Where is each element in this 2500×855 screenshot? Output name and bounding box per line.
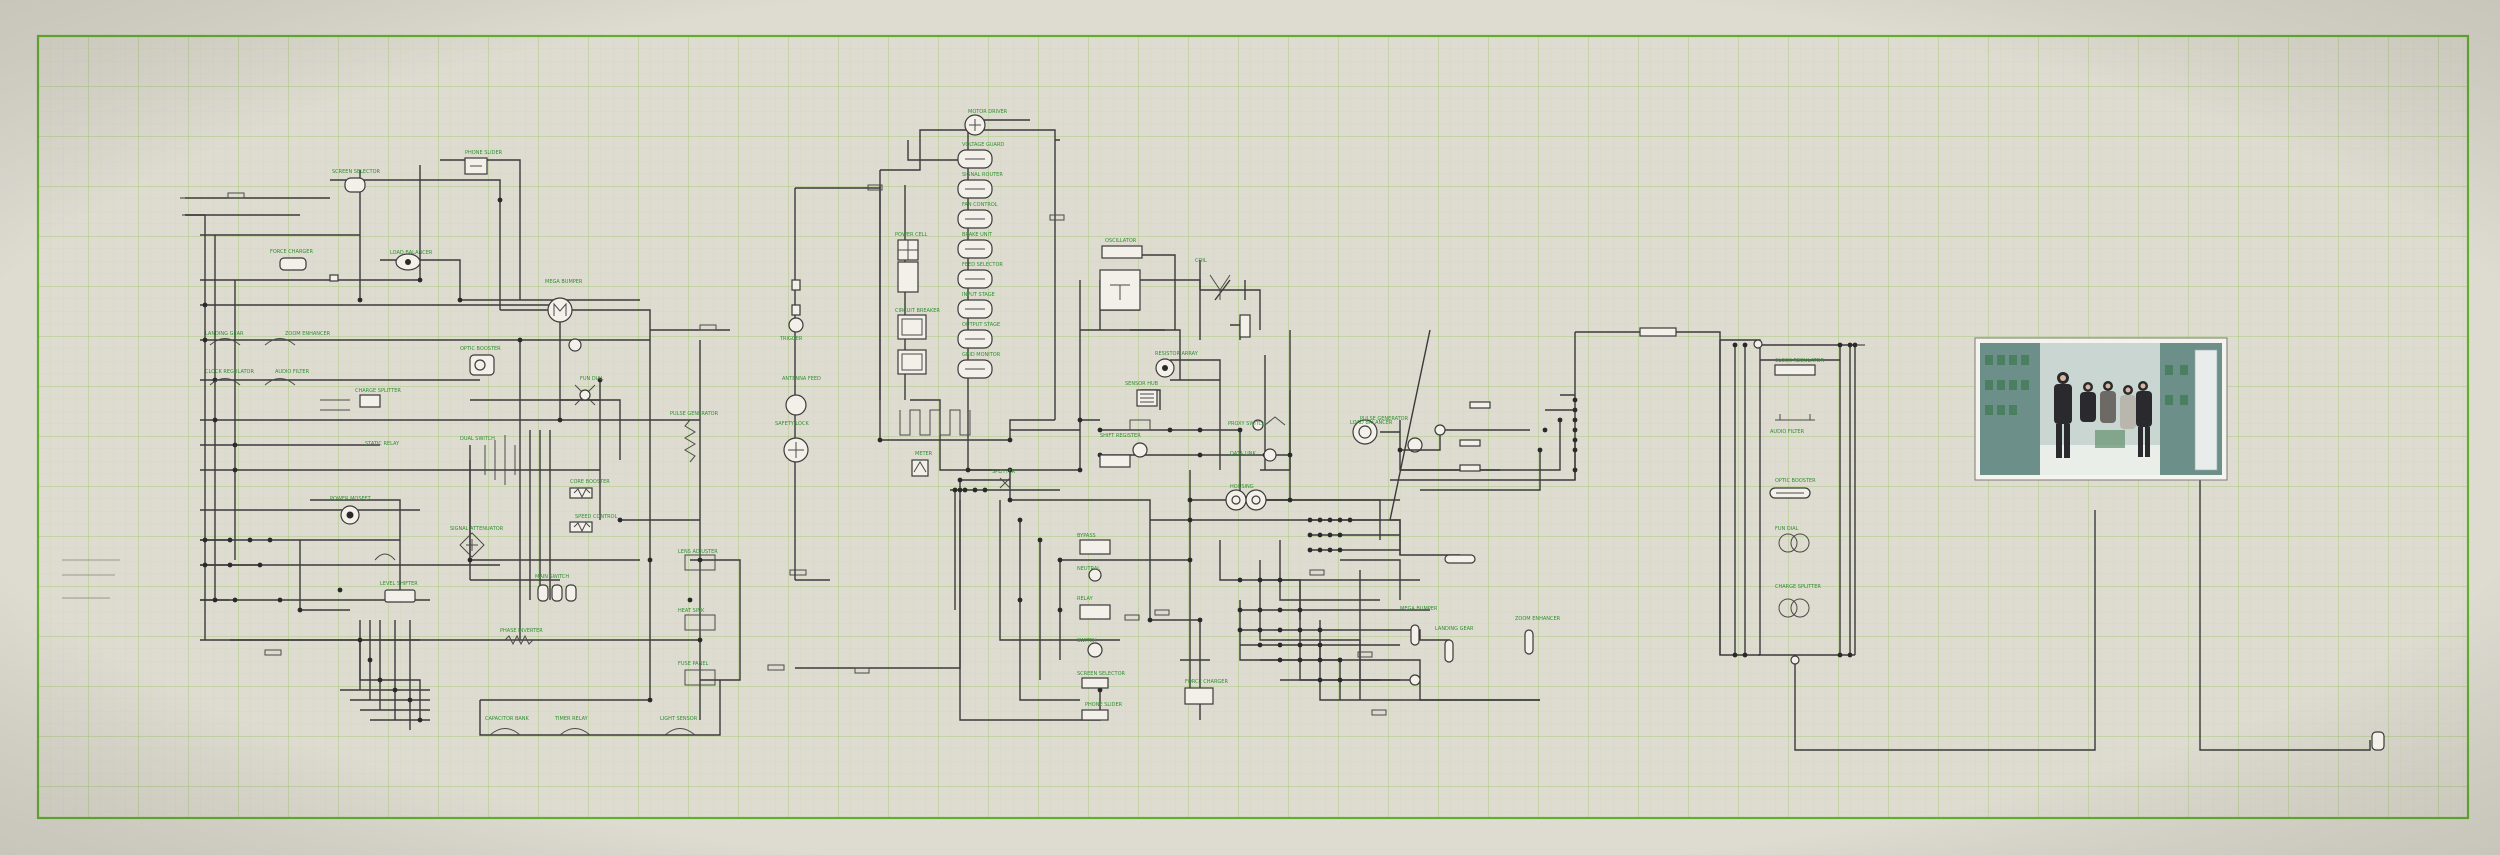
component-label: TIMER RELAY bbox=[554, 716, 589, 722]
component-label: BRAKE UNIT bbox=[962, 232, 993, 238]
component-label: DUAL SWITCH bbox=[460, 436, 495, 442]
component-label: FAN CONTROL bbox=[962, 202, 998, 208]
component-label: CORE BOOSTER bbox=[570, 479, 610, 485]
schematic-poster: SCREEN SELECTOR PHONE SLIDER FORCE CHARG… bbox=[0, 0, 2500, 855]
component-label: PHONE SLIDER bbox=[465, 150, 503, 156]
component-label: HOUSING bbox=[1230, 484, 1254, 490]
component-label: LIGHT SENSOR bbox=[660, 716, 698, 722]
component-label: COIL bbox=[1195, 258, 1207, 264]
component-label: VOLTAGE GUARD bbox=[962, 142, 1004, 148]
component-label: NEUTRAL bbox=[1077, 566, 1100, 572]
component-label: FEED SELECTOR bbox=[962, 262, 1003, 268]
component-label: AUDIO FILTER bbox=[1770, 429, 1805, 435]
component-label: LEVEL SHIFTER bbox=[380, 581, 418, 587]
component-label: SCREEN SELECTOR bbox=[332, 169, 381, 175]
component-label: LOAD BALANCER bbox=[390, 250, 433, 256]
component-label: SAFETY LOCK bbox=[775, 421, 809, 427]
component-label: STATIC RELAY bbox=[365, 441, 400, 447]
schematic-canvas: SCREEN SELECTOR PHONE SLIDER FORCE CHARG… bbox=[0, 0, 2500, 855]
component-label: RESISTOR ARRAY bbox=[1155, 351, 1199, 357]
component-label: SENSOR HUB bbox=[1125, 381, 1159, 387]
component-label: FORCE CHARGER bbox=[1185, 679, 1228, 685]
component-label: SPLITTER bbox=[992, 469, 1016, 475]
component-label: BYPASS bbox=[1077, 533, 1096, 539]
component-label: CHARGE SPLITTER bbox=[1775, 584, 1821, 590]
component-label: POWER CELL bbox=[895, 232, 928, 238]
component-label: ZOOM ENHANCER bbox=[1515, 616, 1561, 622]
component-label: SIGNAL ROUTER bbox=[962, 172, 1003, 178]
component-label: PHASE INVERTER bbox=[500, 628, 543, 634]
component-label: DATA LINK bbox=[1230, 451, 1256, 457]
component-label: FUN DIAL bbox=[580, 376, 604, 382]
component-label: FUSE PANEL bbox=[678, 661, 708, 667]
component-label: RELAY bbox=[1077, 596, 1094, 602]
component-label: FUN DIAL bbox=[1775, 526, 1799, 532]
component-label: SCREEN SELECTOR bbox=[1077, 671, 1126, 677]
component-label: ZOOM ENHANCER bbox=[285, 331, 331, 337]
component-label: POWER MOSFET bbox=[330, 496, 372, 502]
component-label: MOTOR DRIVER bbox=[968, 109, 1008, 115]
component-label: SIGNAL ATTENUATOR bbox=[450, 526, 504, 532]
component-label: CAPACITOR BANK bbox=[485, 716, 530, 722]
component-label: SHIFT REGISTER bbox=[1100, 433, 1141, 439]
component-label: CHARGE SPLITTER bbox=[355, 388, 401, 394]
component-label: OUTPUT STAGE bbox=[962, 322, 1000, 328]
component-label: OPTIC BOOSTER bbox=[1775, 478, 1816, 484]
component-label: CLOCK REGULATOR bbox=[205, 369, 254, 375]
component-label: TRIGGER bbox=[779, 336, 803, 342]
component-label: INPUT STAGE bbox=[962, 292, 995, 298]
component-label: ANTENNA FEED bbox=[782, 376, 821, 382]
component-label: GRID MONITOR bbox=[962, 352, 1001, 358]
component-label: SWITCH bbox=[1077, 638, 1097, 644]
component-label: CLOCK REGULATOR bbox=[1775, 358, 1824, 364]
component-label: CIRCUIT BREAKER bbox=[895, 308, 940, 314]
component-label: LENS ADJUSTER bbox=[678, 549, 718, 555]
component-label: PULSE GENERATOR bbox=[670, 411, 719, 417]
team-photo bbox=[1974, 337, 2228, 481]
component-label: PHONE SLIDER bbox=[1085, 702, 1123, 708]
component-label: PROXY SWITCH bbox=[1228, 421, 1266, 427]
component-label: METER bbox=[915, 451, 933, 457]
component-label: MEGA BUMPER bbox=[545, 279, 583, 285]
component-label: LANDING GEAR bbox=[1435, 626, 1474, 632]
component-label: OPTIC BOOSTER bbox=[460, 346, 501, 352]
component-label: HEAT SINK bbox=[678, 608, 705, 614]
component-label: MAIN SWITCH bbox=[535, 574, 569, 580]
component-label: FORCE CHARGER bbox=[270, 249, 313, 255]
component-label: AUDIO FILTER bbox=[275, 369, 310, 375]
component-label: OSCILLATOR bbox=[1105, 238, 1137, 244]
component-label: LANDING GEAR bbox=[205, 331, 244, 337]
component-label: SPEED CONTROL bbox=[575, 514, 618, 520]
component-label: MEGA BUMPER bbox=[1400, 606, 1438, 612]
component-label: PULSE GENERATOR bbox=[1360, 416, 1409, 422]
